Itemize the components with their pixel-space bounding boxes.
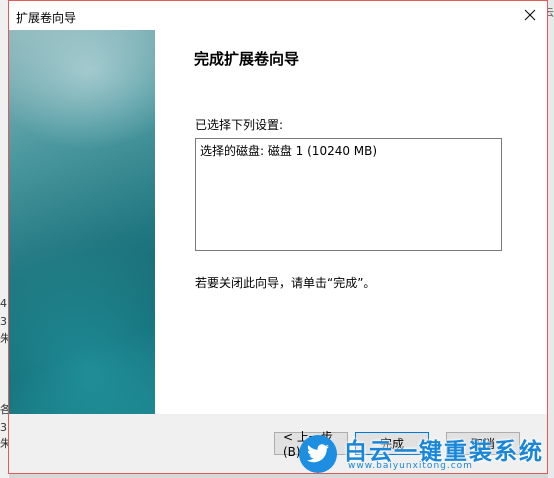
settings-summary-box[interactable]: 选择的磁盘: 磁盘 1 (10240 MB) (195, 138, 502, 251)
finish-button[interactable]: 完成 (355, 432, 429, 455)
wizard-banner-image (9, 30, 155, 414)
background-text-fragment: 3 (0, 315, 7, 328)
title-bar[interactable]: 扩展卷向导 (9, 1, 547, 30)
window-title: 扩展卷向导 (16, 11, 77, 25)
close-icon (524, 9, 536, 21)
background-text-fragment: 3 (0, 421, 7, 434)
summary-label: 已选择下列设置: (195, 118, 284, 132)
summary-text: 选择的磁盘: 磁盘 1 (10240 MB) (200, 144, 378, 158)
wizard-heading: 完成扩展卷向导 (194, 50, 300, 68)
extend-volume-wizard-window: 扩展卷向导 完成扩展卷向导 已选择下列设置: 选择的磁盘: 磁盘 1 (1024… (8, 0, 548, 474)
wizard-content: 完成扩展卷向导 已选择下列设置: 选择的磁盘: 磁盘 1 (10240 MB) … (9, 30, 547, 414)
background-window-edge-right: 云 (544, 0, 554, 478)
finish-hint: 若要关闭此向导，请单击“完成”。 (195, 276, 376, 290)
cancel-button[interactable]: 取消 (446, 432, 520, 455)
close-button[interactable] (519, 4, 541, 26)
back-button[interactable]: < 上一步(B) (274, 430, 348, 459)
background-text-fragment: 4 (0, 297, 7, 310)
